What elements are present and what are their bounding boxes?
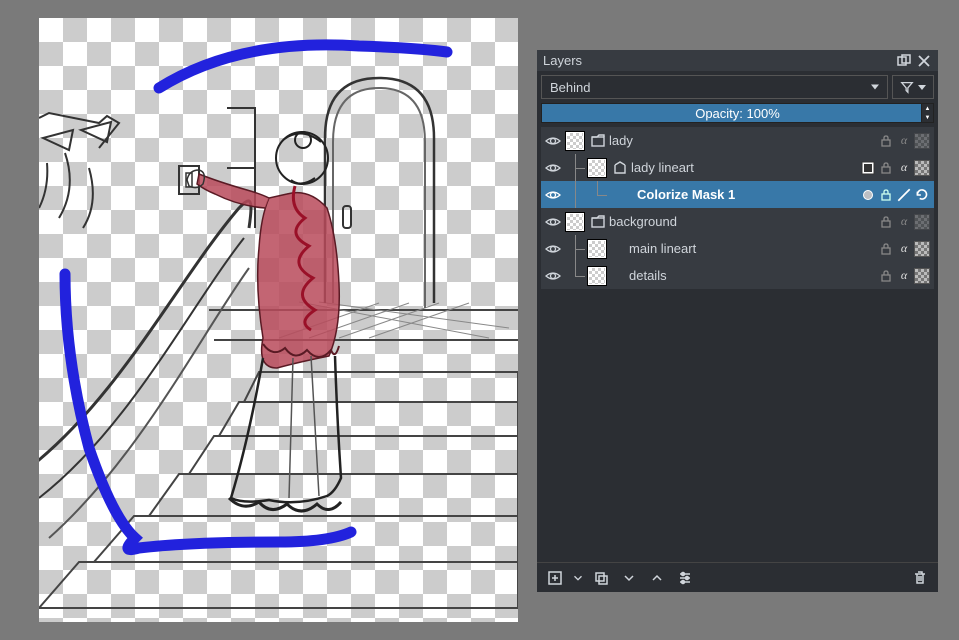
layer-row[interactable]: lady lineart α xyxy=(541,154,934,181)
panel-header[interactable]: Layers xyxy=(537,50,938,71)
visibility-toggle[interactable] xyxy=(541,214,565,230)
visibility-toggle[interactable] xyxy=(541,241,565,257)
layer-properties-button[interactable] xyxy=(673,566,697,590)
lock-icon[interactable] xyxy=(878,214,894,230)
filter-button[interactable] xyxy=(892,75,934,99)
eye-icon xyxy=(545,214,561,230)
layer-row-selected[interactable]: Colorize Mask 1 xyxy=(541,181,934,208)
layer-list: lady α lady lineart α xyxy=(537,127,938,562)
layer-row[interactable]: main lineart α xyxy=(541,235,934,262)
move-layer-up-button[interactable] xyxy=(645,566,669,590)
blend-mode-select[interactable]: Behind xyxy=(541,75,888,99)
collapse-toggle[interactable] xyxy=(591,134,605,148)
add-layer-menu[interactable] xyxy=(571,566,585,590)
alpha-icon[interactable]: α xyxy=(896,160,912,176)
funnel-icon xyxy=(900,80,914,94)
float-icon[interactable] xyxy=(896,53,912,69)
layer-name: background xyxy=(607,214,878,229)
update-icon[interactable] xyxy=(914,187,930,203)
layers-panel: Layers Behind Opacity: 100% ▲ ▼ xyxy=(537,50,938,592)
layer-name: Colorize Mask 1 xyxy=(635,187,860,202)
layer-thumbnail xyxy=(587,239,607,259)
collapse-toggle[interactable] xyxy=(613,161,627,175)
lock-icon[interactable] xyxy=(878,241,894,257)
layer-thumbnail xyxy=(609,185,629,205)
inherit-alpha-icon[interactable] xyxy=(914,241,930,257)
drawing-content xyxy=(39,18,518,622)
edit-mask-icon[interactable] xyxy=(896,187,912,203)
panel-controls-row: Behind xyxy=(537,71,938,103)
lock-icon[interactable] xyxy=(878,133,894,149)
layer-thumbnail xyxy=(587,266,607,286)
mask-indicator-icon[interactable] xyxy=(860,160,876,176)
lock-icon[interactable] xyxy=(878,187,894,203)
alpha-icon[interactable]: α xyxy=(896,214,912,230)
eye-icon xyxy=(545,241,561,257)
visibility-toggle[interactable] xyxy=(541,268,565,284)
lock-icon[interactable] xyxy=(878,160,894,176)
layer-thumbnail xyxy=(587,158,607,178)
opacity-spin-up[interactable]: ▲ xyxy=(921,104,933,113)
layer-row-group[interactable]: background α xyxy=(541,208,934,235)
inherit-alpha-icon[interactable] xyxy=(914,133,930,149)
layer-bottom-toolbar xyxy=(537,562,938,592)
alpha-icon[interactable]: α xyxy=(896,268,912,284)
visibility-toggle[interactable] xyxy=(541,187,565,203)
canvas[interactable] xyxy=(39,18,518,622)
opacity-label: Opacity: 100% xyxy=(695,106,780,121)
layer-thumbnail xyxy=(565,131,585,151)
alpha-icon[interactable]: α xyxy=(896,133,912,149)
close-icon[interactable] xyxy=(916,53,932,69)
blend-mode-value: Behind xyxy=(550,80,590,95)
lock-icon[interactable] xyxy=(878,268,894,284)
inherit-alpha-icon[interactable] xyxy=(914,268,930,284)
layer-thumbnail xyxy=(565,212,585,232)
inherit-alpha-icon[interactable] xyxy=(914,214,930,230)
eye-icon xyxy=(545,187,561,203)
panel-title: Layers xyxy=(543,53,892,68)
eye-icon xyxy=(545,268,561,284)
move-layer-down-button[interactable] xyxy=(617,566,641,590)
inherit-alpha-icon[interactable] xyxy=(914,160,930,176)
layer-name: details xyxy=(627,268,878,283)
duplicate-layer-button[interactable] xyxy=(589,566,613,590)
collapse-toggle[interactable] xyxy=(591,215,605,229)
layer-row[interactable]: details α xyxy=(541,262,934,289)
opacity-spin-down[interactable]: ▼ xyxy=(921,113,933,122)
eye-icon xyxy=(545,133,561,149)
layer-name: main lineart xyxy=(627,241,878,256)
layer-name: lady xyxy=(607,133,878,148)
visibility-toggle[interactable] xyxy=(541,133,565,149)
alpha-icon[interactable]: α xyxy=(896,241,912,257)
layer-row-group[interactable]: lady α xyxy=(541,127,934,154)
colorize-marker-icon[interactable] xyxy=(860,187,876,203)
visibility-toggle[interactable] xyxy=(541,160,565,176)
delete-layer-button[interactable] xyxy=(908,566,932,590)
add-layer-button[interactable] xyxy=(543,566,567,590)
eye-icon xyxy=(545,160,561,176)
layer-name: lady lineart xyxy=(629,160,860,175)
opacity-slider[interactable]: Opacity: 100% ▲ ▼ xyxy=(541,103,934,123)
